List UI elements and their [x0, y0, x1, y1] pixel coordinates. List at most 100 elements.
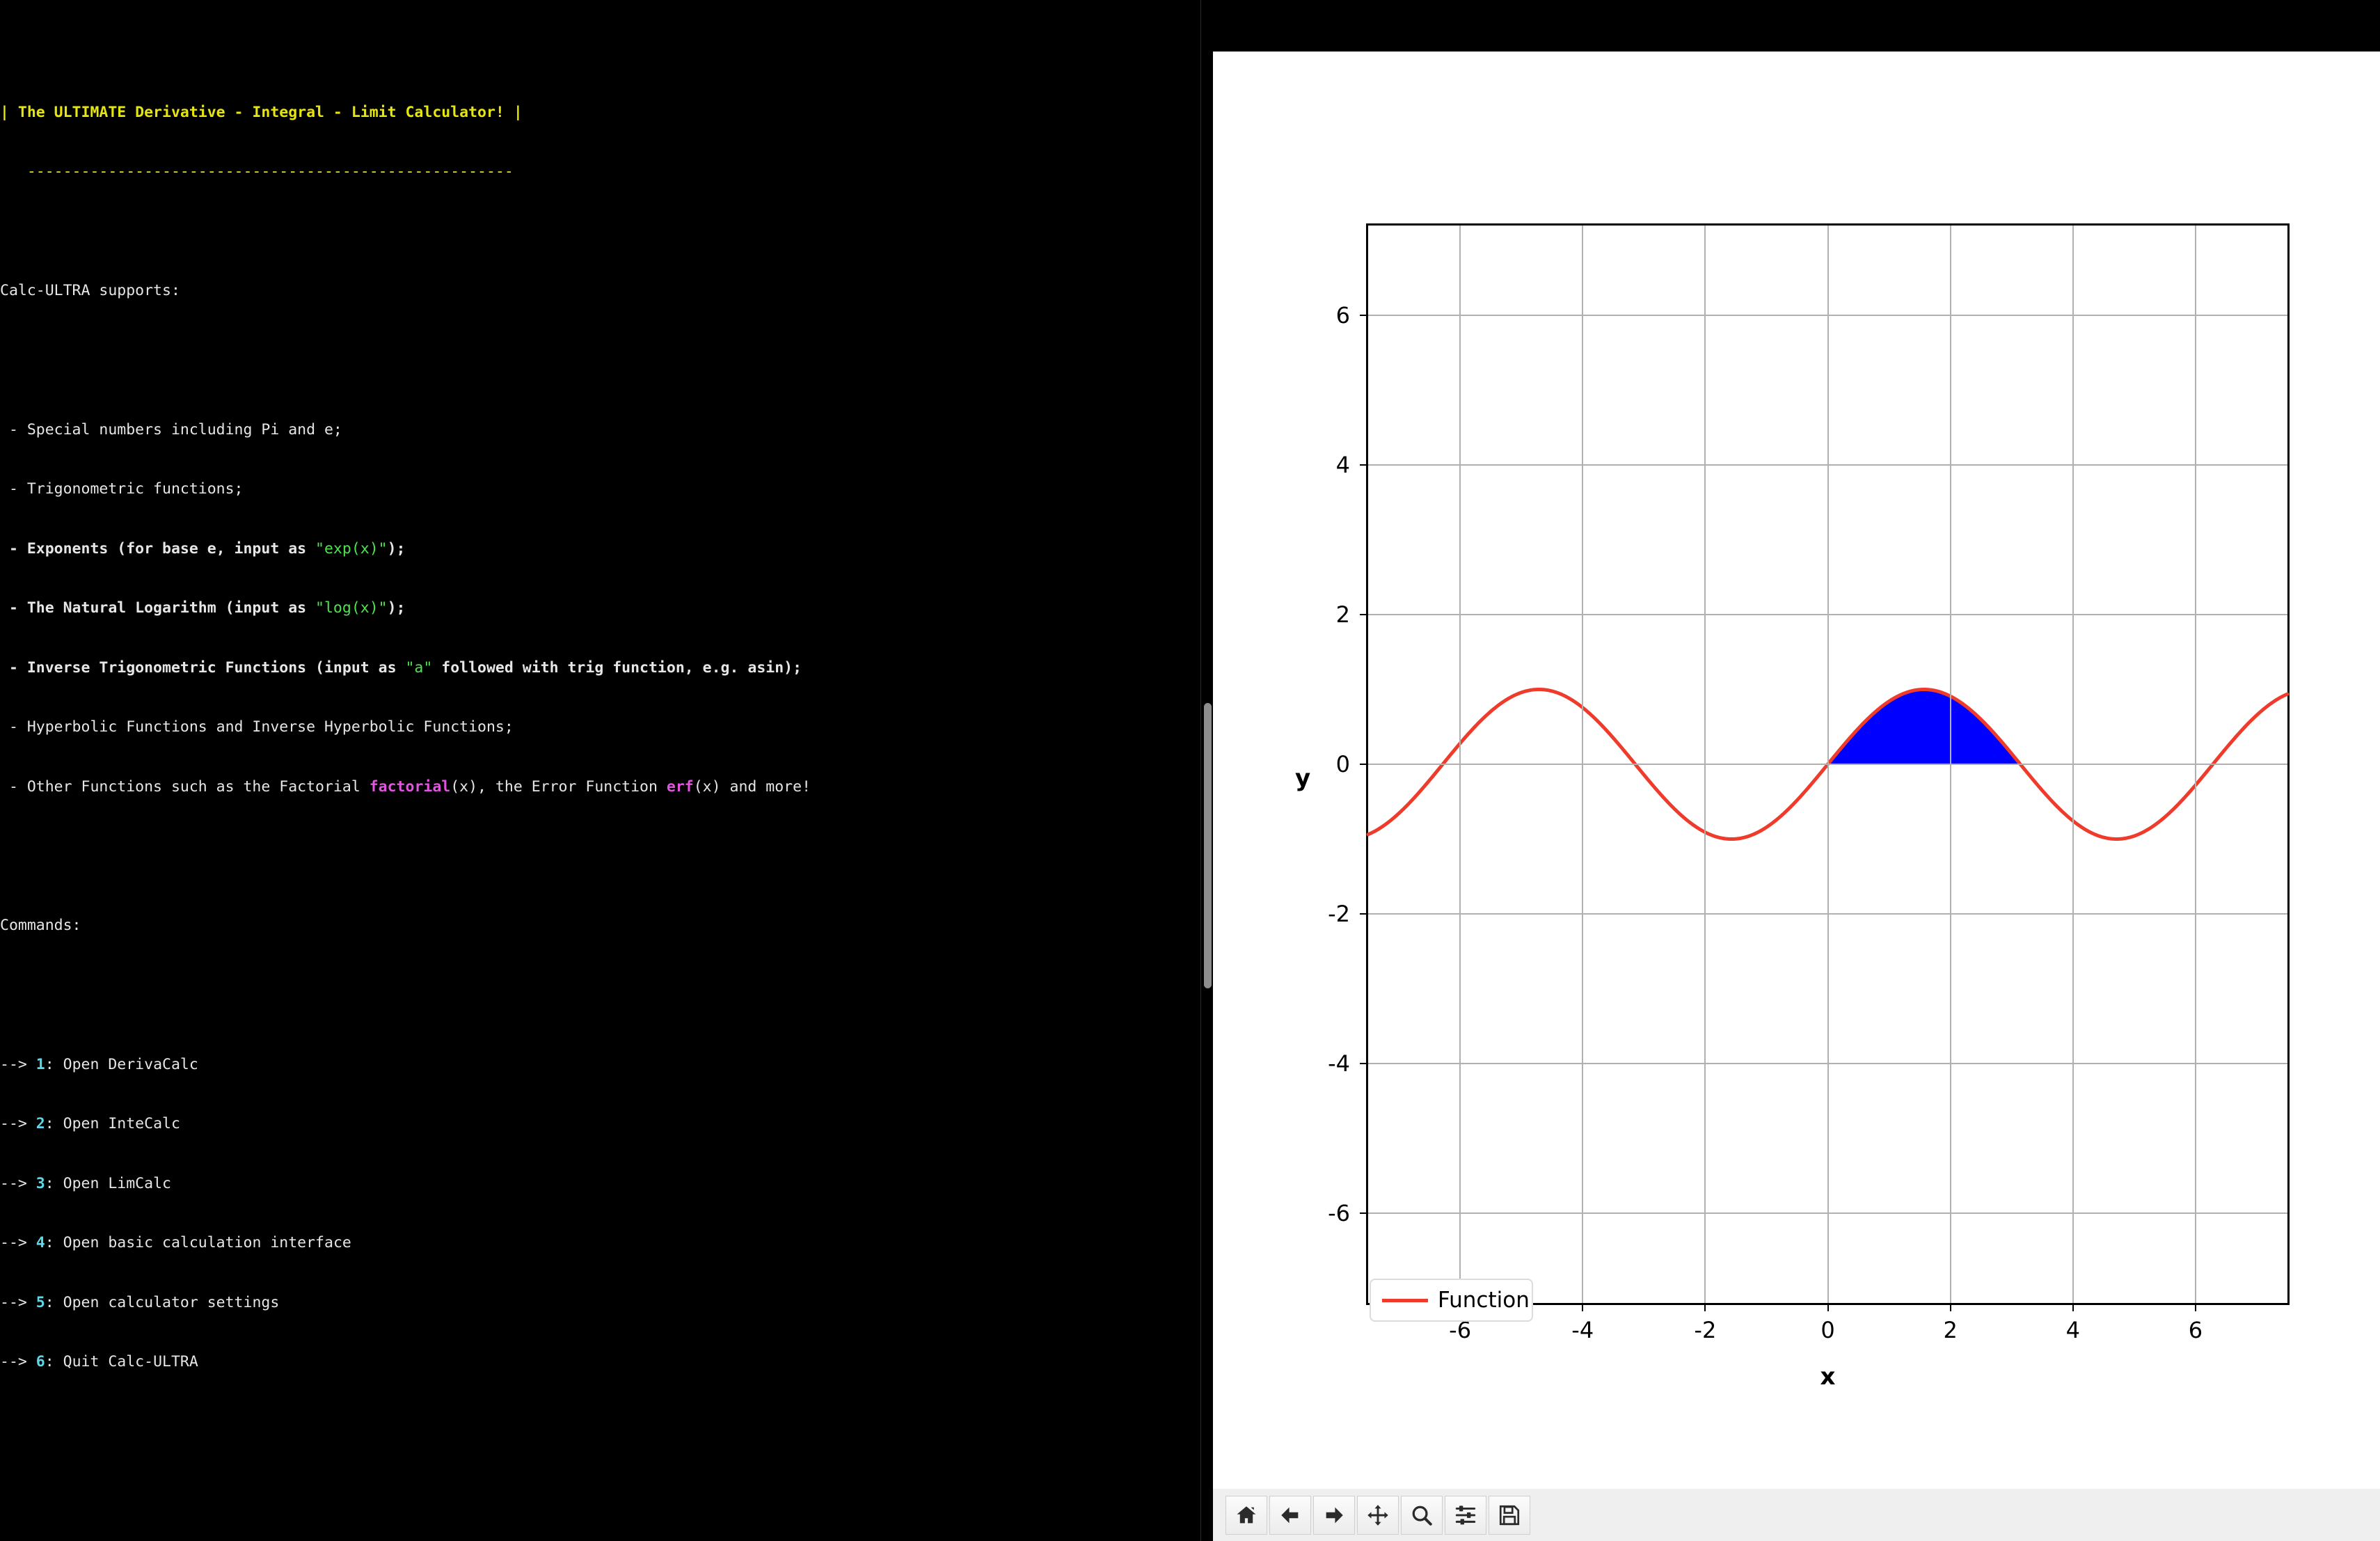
arrow-glyph: -->: [0, 1115, 36, 1132]
spacer: [0, 341, 1183, 361]
support-text-tail: followed with trig function, e.g. asin);: [432, 659, 802, 677]
arrow-glyph: -->: [0, 1353, 36, 1370]
support-text: - Inverse Trigonometric Functions (input…: [0, 659, 405, 677]
y-tick-label: 4: [1336, 452, 1350, 478]
code-exp: "exp(x)": [315, 540, 388, 558]
y-tick-mark: [1360, 464, 1368, 466]
gridline-horizontal: [1368, 614, 2287, 615]
support-text: - Other Functions such as the Factorial: [0, 778, 370, 796]
menu-item-limcalc[interactable]: --> 3: Open LimCalc: [0, 1174, 1183, 1194]
banner-title: | The ULTIMATE Derivative - Integral - L…: [0, 104, 523, 121]
commands-header: Commands:: [0, 917, 81, 934]
support-text-tail: );: [388, 599, 406, 617]
gridline-horizontal: [1368, 1063, 2287, 1064]
y-tick-mark: [1360, 764, 1368, 765]
gridline-horizontal: [1368, 1212, 2287, 1214]
menu-number: 2: [36, 1115, 45, 1132]
x-tick-label: -2: [1694, 1317, 1716, 1343]
support-item-1: - Special numbers including Pi and e;: [0, 420, 1183, 441]
supports-header-line: Calc-ULTRA supports:: [0, 281, 1183, 301]
arrow-glyph: -->: [0, 1056, 36, 1073]
menu-number: 1: [36, 1056, 45, 1073]
menu-label: : Quit Calc-ULTRA: [45, 1353, 198, 1370]
legend-label: Function: [1438, 1288, 1530, 1313]
home-icon[interactable]: [1225, 1496, 1267, 1535]
matplotlib-toolbar[interactable]: [1213, 1489, 2380, 1541]
supports-header: Calc-ULTRA supports:: [0, 282, 180, 299]
support-item-7: - Other Functions such as the Factorial …: [0, 777, 1183, 798]
gridline-horizontal: [1368, 464, 2287, 466]
arrow-glyph: -->: [0, 1175, 36, 1192]
y-tick-label: 0: [1336, 751, 1350, 777]
code-erf: erf: [667, 778, 694, 796]
menu-label: : Open LimCalc: [45, 1175, 171, 1192]
banner-title-line: | The ULTIMATE Derivative - Integral - L…: [0, 103, 1183, 123]
support-text-tail: );: [388, 540, 406, 558]
figure-canvas: Shaded area beneath function y x -6-4-20…: [1213, 52, 2380, 1489]
menu-item-intecalc[interactable]: --> 2: Open InteCalc: [0, 1114, 1183, 1135]
shaded-area-region: [1828, 690, 2021, 765]
x-tick-mark: [1827, 1303, 1829, 1311]
back-arrow-icon[interactable]: [1269, 1496, 1311, 1535]
y-tick-label: 2: [1336, 601, 1350, 628]
x-tick-mark: [1582, 1303, 1583, 1311]
magnifier-zoom-icon[interactable]: [1401, 1496, 1443, 1535]
y-tick-mark: [1360, 1063, 1368, 1064]
support-text: - The Natural Logarithm (input as: [0, 599, 315, 617]
pan-move-icon[interactable]: [1357, 1496, 1399, 1535]
commands-header-line-1: Commands:: [0, 916, 1183, 936]
menu-item-basic[interactable]: --> 4: Open basic calculation interface: [0, 1233, 1183, 1254]
menu-number: 5: [36, 1294, 45, 1311]
support-item-3: - Exponents (for base e, input as "exp(x…: [0, 539, 1183, 560]
menu-item-derivacalc[interactable]: --> 1: Open DerivaCalc: [0, 1055, 1183, 1075]
x-tick-mark: [2195, 1303, 2196, 1311]
spacer: [0, 1492, 1183, 1512]
terminal-scrollbar-track[interactable]: [1200, 0, 1213, 1541]
menu-label: : Open basic calculation interface: [45, 1234, 351, 1251]
y-axis-title: y: [1295, 764, 1310, 792]
support-item-4: - The Natural Logarithm (input as "log(x…: [0, 599, 1183, 619]
menu-label: : Open InteCalc: [45, 1115, 180, 1132]
menu-number: 6: [36, 1353, 45, 1370]
menu-item-quit[interactable]: --> 6: Quit Calc-ULTRA: [0, 1352, 1183, 1373]
sliders-configure-icon[interactable]: [1445, 1496, 1486, 1535]
spacer: [0, 222, 1183, 242]
spacer: [0, 857, 1183, 877]
x-tick-mark: [1950, 1303, 1951, 1311]
matplotlib-window: Shaded area beneath function y x -6-4-20…: [1213, 52, 2380, 1541]
x-tick-label: 2: [1943, 1317, 1957, 1343]
terminal-pane[interactable]: | The ULTIMATE Derivative - Integral - L…: [0, 0, 1213, 1541]
chart-legend[interactable]: Function: [1370, 1279, 1533, 1322]
terminal-scrollbar-thumb[interactable]: [1204, 703, 1212, 988]
y-tick-label: 6: [1336, 302, 1350, 329]
support-text: - Exponents (for base e, input as: [0, 540, 315, 558]
floppy-disk-save-icon[interactable]: [1489, 1496, 1530, 1535]
support-item-6: - Hyperbolic Functions and Inverse Hyper…: [0, 718, 1183, 738]
y-tick-mark: [1360, 1212, 1368, 1214]
menu-item-settings[interactable]: --> 5: Open calculator settings: [0, 1293, 1183, 1313]
plot-axes[interactable]: -6-4-202466420-2-4-6: [1366, 223, 2290, 1305]
support-text-mid: (x), the Error Function: [450, 778, 667, 796]
y-tick-label: -6: [1328, 1200, 1350, 1226]
banner-rule: ----------------------------------------…: [0, 163, 514, 180]
forward-arrow-icon[interactable]: [1313, 1496, 1355, 1535]
y-tick-mark: [1360, 315, 1368, 316]
gridline-horizontal: [1368, 913, 2287, 915]
gridline-horizontal: [1368, 764, 2287, 765]
y-tick-label: -2: [1328, 901, 1350, 927]
x-tick-label: -4: [1571, 1317, 1594, 1343]
code-log: "log(x)": [315, 599, 388, 617]
y-tick-mark: [1360, 913, 1368, 915]
support-item-5: - Inverse Trigonometric Functions (input…: [0, 658, 1183, 679]
y-tick-label: -4: [1328, 1050, 1350, 1077]
legend-line-swatch: [1382, 1299, 1428, 1302]
menu-number: 3: [36, 1175, 45, 1192]
x-tick-label: 4: [2066, 1317, 2080, 1343]
x-tick-label: 6: [2189, 1317, 2203, 1343]
support-text-tail: (x) and more!: [694, 778, 811, 796]
support-item-2: - Trigonometric functions;: [0, 480, 1183, 500]
banner-rule-line: ----------------------------------------…: [0, 162, 1183, 182]
support-text: - Trigonometric functions;: [0, 480, 244, 498]
menu-label: : Open DerivaCalc: [45, 1056, 198, 1073]
app-root: | The ULTIMATE Derivative - Integral - L…: [0, 0, 2380, 1541]
